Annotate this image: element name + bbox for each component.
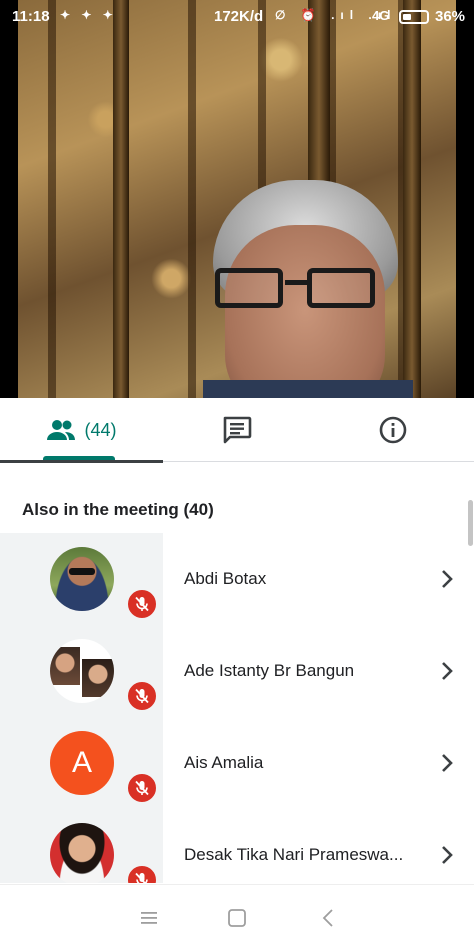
mic-off-icon: [135, 688, 149, 704]
speaker-person: [203, 180, 413, 398]
mic-off-icon: [135, 872, 148, 883]
chevron-right-icon[interactable]: [440, 845, 454, 865]
list-item[interactable]: Abdi Botax: [0, 533, 474, 625]
tabs-line: [163, 461, 474, 462]
network-type: 4G: [372, 8, 390, 23]
mic-off-icon: [135, 596, 149, 612]
video-feed[interactable]: [0, 0, 474, 398]
info-icon: [379, 416, 406, 444]
system-nav-bar: [0, 884, 474, 948]
mute-badge: [126, 588, 158, 620]
list-item[interactable]: Ade Istanty Br Bangun: [0, 625, 474, 717]
participant-name: Abdi Botax: [184, 569, 267, 588]
status-bar: 11:18 ✦ ✦ ✦ 172K/d ∅ ⏰ .ıl .ıl 4G 36%: [0, 0, 474, 34]
battery-icon: [399, 10, 429, 24]
mic-off-icon: [135, 780, 149, 796]
tab-people[interactable]: (44): [0, 398, 163, 462]
people-count: (44): [84, 419, 117, 440]
tab-info[interactable]: [311, 398, 474, 462]
list-item[interactable]: A Ais Amalia: [0, 717, 474, 809]
avatar: [50, 639, 114, 703]
avatar: A: [50, 731, 114, 795]
tab-divider: [0, 460, 163, 463]
network-speed: 172K/d: [214, 8, 264, 25]
chat-icon: [223, 416, 252, 444]
people-icon: [47, 420, 76, 440]
participant-name: Desak Tika Nari Prameswa...: [184, 845, 404, 864]
menu-icon[interactable]: [138, 907, 160, 929]
participant-list: Abdi Botax Ade Istanty Br Bangun A Ais A…: [0, 533, 474, 883]
participant-name: Ade Istanty Br Bangun: [184, 661, 355, 680]
back-icon[interactable]: [318, 907, 340, 929]
chevron-right-icon[interactable]: [440, 569, 454, 589]
status-time: 11:18: [12, 8, 50, 25]
meeting-tabs: (44): [0, 398, 474, 464]
battery-percent: 36%: [435, 8, 466, 25]
notification-icons: ✦ ✦ ✦: [60, 8, 117, 22]
background-pillar: [113, 0, 129, 398]
participant-name: Ais Amalia: [184, 753, 264, 772]
mute-badge: [126, 864, 158, 883]
tab-chat[interactable]: [163, 398, 311, 462]
chevron-right-icon[interactable]: [440, 753, 454, 773]
section-title: Also in the meeting (40): [22, 500, 214, 519]
mute-badge: [126, 772, 158, 804]
home-icon[interactable]: [226, 907, 248, 929]
avatar: [50, 823, 114, 883]
chevron-right-icon[interactable]: [440, 661, 454, 681]
speaker-video: [18, 0, 456, 398]
list-item[interactable]: Desak Tika Nari Prameswa...: [0, 809, 474, 883]
avatar: [50, 547, 114, 611]
mute-badge: [126, 680, 158, 712]
